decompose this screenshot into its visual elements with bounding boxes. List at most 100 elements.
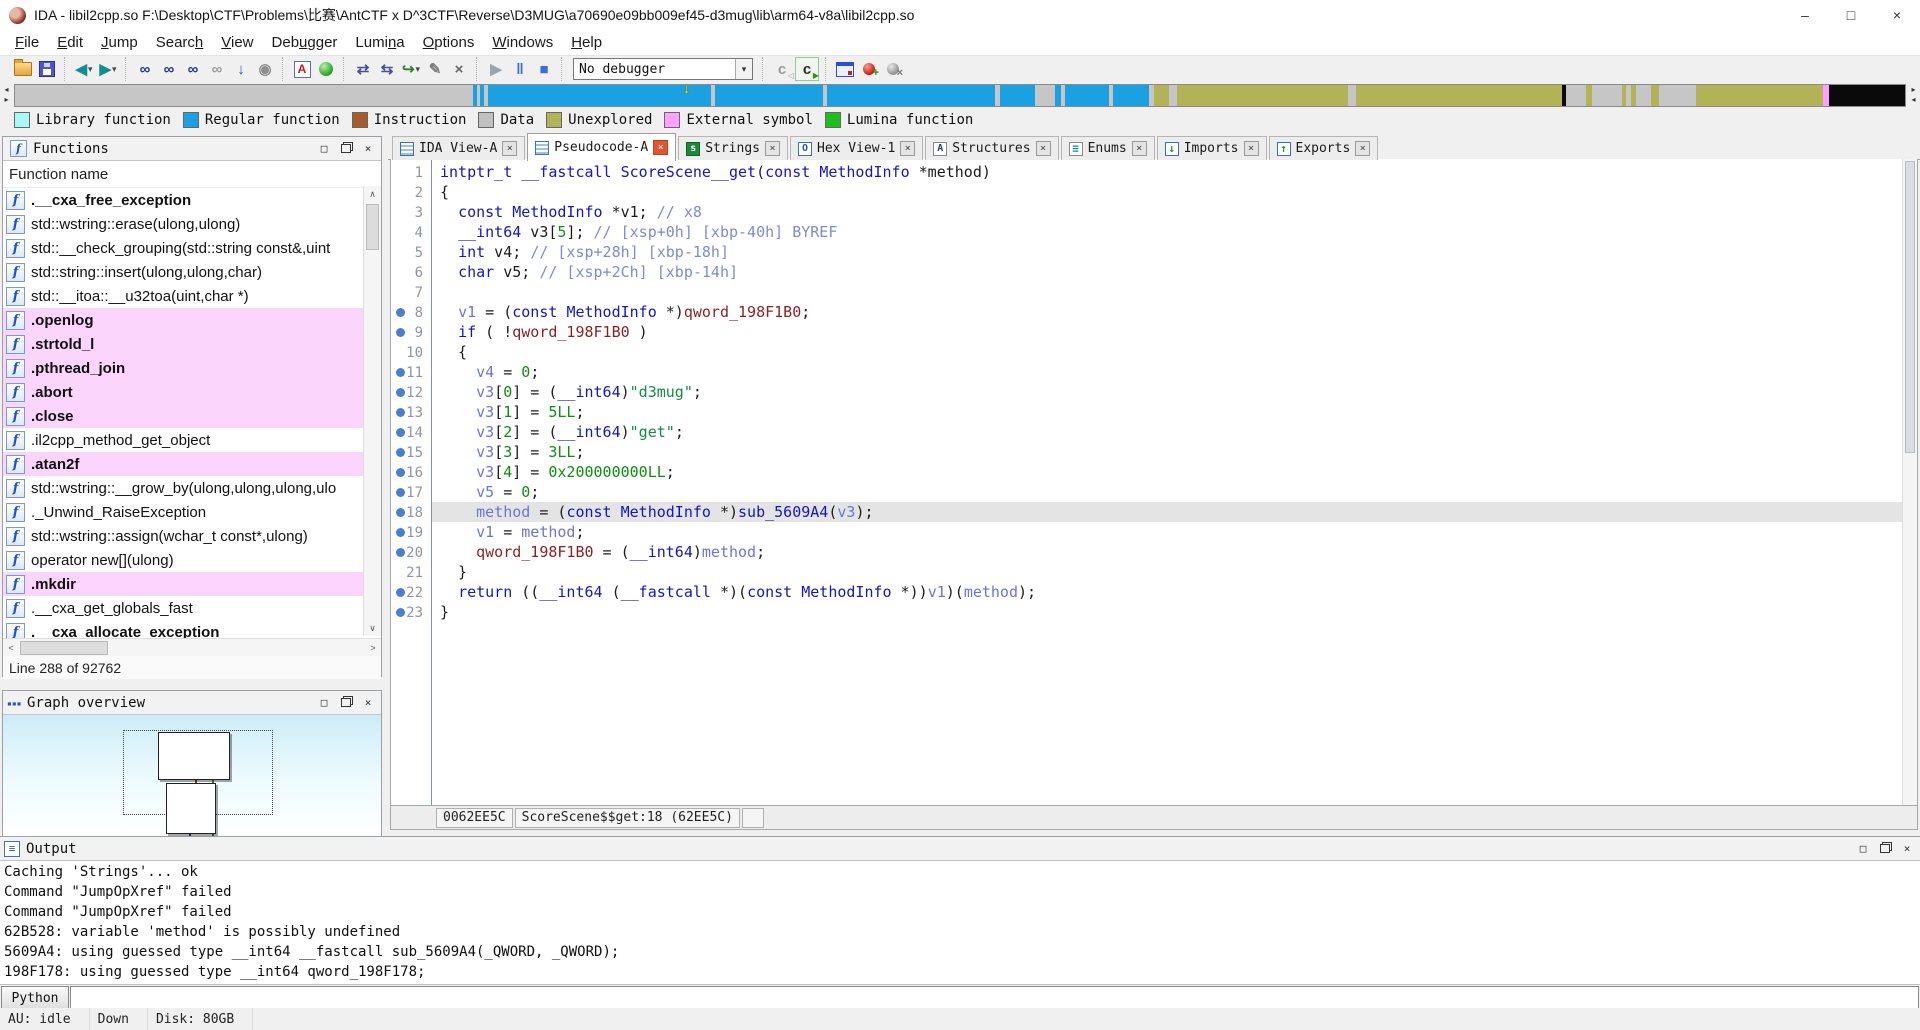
scrollbar-thumb[interactable]: [20, 641, 108, 655]
close-button[interactable]: ×: [1874, 0, 1920, 30]
tab-pseudocode-a[interactable]: Pseudocode-A ×: [527, 133, 677, 161]
navband-segment[interactable]: [1565, 85, 1586, 106]
breakpoint-dot[interactable]: [396, 448, 405, 457]
tab-close-icon[interactable]: ×: [1355, 141, 1371, 156]
pseudocode-line[interactable]: 17 v5 = 0;: [391, 482, 1903, 502]
navband-segment[interactable]: [1636, 85, 1652, 106]
navigate-forward-icon[interactable]: ▶ ▾: [97, 58, 119, 80]
pseudocode-pane[interactable]: 1 intptr_t __fastcall ScoreScene__get(con…: [390, 159, 1918, 806]
function-row[interactable]: f .atan2f: [3, 452, 364, 476]
function-row[interactable]: f .mkdir: [3, 572, 364, 596]
navband-segment[interactable]: [1355, 85, 1562, 106]
pseudocode-line[interactable]: 23}: [391, 602, 1903, 622]
function-row[interactable]: f ._Unwind_RaiseException: [3, 500, 364, 524]
scroll-down-icon[interactable]: ∨: [364, 620, 381, 636]
tab-close-icon[interactable]: ×: [653, 140, 669, 155]
delete-breakpoint-icon[interactable]: ×: [882, 58, 904, 80]
breakpoint-dot[interactable]: [396, 328, 405, 337]
menu-file[interactable]: File: [6, 31, 48, 54]
run-cpp-icon[interactable]: c ▶: [795, 57, 819, 81]
pseudocode-line[interactable]: 11 v4 = 0;: [391, 362, 1903, 382]
navband-segment[interactable]: [1591, 85, 1622, 106]
panel-close-icon[interactable]: ×: [359, 141, 377, 157]
tab-structures[interactable]: A Structures ×: [925, 136, 1059, 160]
functions-vertical-scrollbar[interactable]: ∧ ∨: [363, 186, 381, 636]
pseudocode-line[interactable]: 3 const MethodInfo *v1; // x8: [391, 202, 1903, 222]
breakpoint-dot[interactable]: [396, 428, 405, 437]
function-row[interactable]: f std::string::insert(ulong,ulong,char): [3, 260, 364, 284]
pseudocode-line[interactable]: 15 v3[3] = 3LL;: [391, 442, 1903, 462]
function-row[interactable]: f .__cxa_allocate_exception: [3, 620, 364, 638]
function-row[interactable]: f .strtold_l: [3, 332, 364, 356]
band-right-arrow-icon[interactable]: ▸: [4, 95, 8, 105]
navband-segment[interactable]: [1034, 85, 1055, 106]
pause-process-icon[interactable]: ‖: [509, 58, 531, 80]
navband-segment[interactable]: [1176, 85, 1348, 106]
search-bytes-icon[interactable]: ∞: [182, 58, 204, 80]
xref-to-icon[interactable]: ⇆: [376, 58, 398, 80]
tab-close-icon[interactable]: ×: [1131, 141, 1147, 156]
tab-close-icon[interactable]: ×: [502, 141, 518, 156]
menu-windows[interactable]: Windows: [483, 31, 562, 54]
tab-close-icon[interactable]: ×: [900, 141, 916, 156]
breakpoint-dot[interactable]: [396, 588, 405, 597]
jump-address-icon[interactable]: ↓: [230, 58, 252, 80]
menu-options[interactable]: Options: [414, 31, 484, 54]
function-row[interactable]: f .close: [3, 404, 364, 428]
ida-view-toolbar-icon[interactable]: A: [291, 58, 313, 80]
navband-segment[interactable]: [1065, 85, 1110, 106]
pseudocode-line[interactable]: 20 qword_198F1B0 = (__int64)method;: [391, 542, 1903, 562]
navband-segment[interactable]: [1659, 85, 1697, 106]
navband-segment[interactable]: [826, 85, 995, 106]
navband-segment[interactable]: [1113, 85, 1150, 106]
navband-segment[interactable]: [1829, 85, 1905, 106]
tab-exports[interactable]: ↑ Exports ×: [1268, 136, 1379, 160]
breakpoint-dot[interactable]: [396, 608, 405, 617]
scroll-up-icon[interactable]: ∧: [364, 186, 381, 202]
pseudocode-line[interactable]: 9 if ( !qword_198F1B0 ): [391, 322, 1903, 342]
delete-xref-icon[interactable]: ×: [448, 58, 470, 80]
navigate-back-icon[interactable]: ◀ ▾: [73, 58, 95, 80]
function-row[interactable]: f std::__itoa::__u32toa(uint,char *): [3, 284, 364, 308]
pseudocode-line[interactable]: 19 v1 = method;: [391, 522, 1903, 542]
pseudocode-line[interactable]: 21 }: [391, 562, 1903, 582]
menu-jump[interactable]: Jump: [92, 31, 147, 54]
save-file-icon[interactable]: [36, 58, 58, 80]
pseudocode-line[interactable]: 16 v3[4] = 0x200000000LL;: [391, 462, 1903, 482]
breakpoint-dot[interactable]: [396, 368, 405, 377]
breakpoint-dot[interactable]: [396, 408, 405, 417]
menu-debugger[interactable]: Debugger: [263, 31, 347, 54]
pseudocode-line[interactable]: 1 intptr_t __fastcall ScoreScene__get(con…: [391, 162, 1903, 182]
tab-imports[interactable]: ↓ Imports ×: [1156, 136, 1267, 160]
panel-maximize-icon[interactable]: □: [1854, 841, 1872, 857]
navband-segment[interactable]: [15, 85, 473, 106]
panel-float-icon[interactable]: [337, 141, 355, 157]
pseudocode-line[interactable]: 4 __int64 v3[5]; // [xsp+0h] [xbp-40h] B…: [391, 222, 1903, 242]
function-row[interactable]: f .pthread_join: [3, 356, 364, 380]
band-right-arrow-icon[interactable]: ▸: [1911, 85, 1915, 95]
navband-segment[interactable]: [1651, 85, 1660, 106]
minimize-button[interactable]: –: [1782, 0, 1828, 30]
jump-name-icon[interactable]: ◉: [254, 58, 276, 80]
open-file-icon[interactable]: [12, 58, 34, 80]
graph-node[interactable]: [166, 783, 216, 834]
breakpoint-dot[interactable]: [396, 508, 405, 517]
edit-xref-icon[interactable]: ✎: [424, 58, 446, 80]
breakpoint-dot[interactable]: [396, 548, 405, 557]
search-next-bytes-icon[interactable]: ∞: [206, 58, 228, 80]
menu-search[interactable]: Search: [147, 31, 213, 54]
function-row[interactable]: f .openlog: [3, 308, 364, 332]
panel-float-icon[interactable]: [337, 695, 355, 711]
band-left-arrow-icon[interactable]: ◂: [4, 85, 8, 95]
debugger-windows-icon[interactable]: [834, 58, 856, 80]
panel-maximize-icon[interactable]: □: [315, 141, 333, 157]
search-text-icon[interactable]: ∞: [134, 58, 156, 80]
function-row[interactable]: f .__cxa_get_globals_fast: [3, 596, 364, 620]
menu-edit[interactable]: Edit: [48, 31, 92, 54]
tab-ida-view-a[interactable]: IDA View-A ×: [392, 136, 526, 160]
function-row[interactable]: f operator new[](ulong): [3, 548, 364, 572]
navband-segment[interactable]: [1054, 85, 1062, 106]
breakpoint-dot[interactable]: [396, 468, 405, 477]
navband-segment[interactable]: [999, 85, 1035, 106]
functions-horizontal-scrollbar[interactable]: < >: [3, 638, 381, 656]
